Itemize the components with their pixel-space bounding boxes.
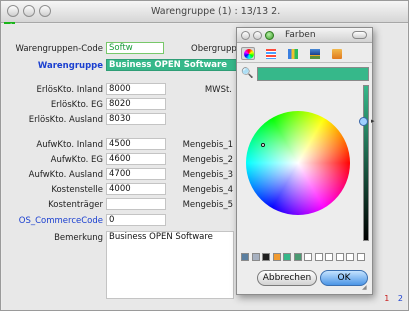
kostentraeger-field[interactable] bbox=[106, 198, 166, 210]
warengruppe-label: Warengruppe bbox=[37, 61, 103, 71]
erloes-ausland-label: ErlösKto. Ausland bbox=[28, 115, 103, 125]
os-commercecode-field[interactable]: 0 bbox=[106, 214, 166, 226]
color-panel-title: Farben bbox=[285, 30, 316, 40]
sliders-icon[interactable] bbox=[263, 47, 277, 60]
aufw-inland-label: AufwKto. Inland bbox=[36, 140, 103, 150]
panel-close-button[interactable] bbox=[241, 31, 250, 40]
current-color-swatch[interactable] bbox=[257, 67, 369, 81]
color-swatch[interactable] bbox=[356, 253, 365, 261]
warengruppe-field[interactable]: Business OPEN Software bbox=[106, 59, 238, 71]
warengruppen-code-field[interactable]: Softw bbox=[106, 42, 164, 54]
aufw-inland-field[interactable]: 4500 bbox=[106, 138, 166, 150]
mwst-label: MWSt. bbox=[204, 85, 232, 95]
color-wheel[interactable] bbox=[246, 111, 350, 215]
mengebis-4-label: Mengebis_4 bbox=[182, 185, 233, 195]
color-swatch[interactable] bbox=[272, 253, 281, 261]
bemerkung-label: Bemerkung bbox=[54, 233, 103, 243]
cancel-button[interactable]: Abbrechen bbox=[257, 270, 317, 286]
aufw-eg-field[interactable]: 4600 bbox=[106, 153, 166, 165]
aufw-ausland-field[interactable]: 4700 bbox=[106, 168, 166, 180]
bemerkung-field[interactable]: Business OPEN Software bbox=[106, 231, 234, 299]
palettes-icon[interactable] bbox=[285, 47, 299, 60]
color-wheel-icon[interactable] bbox=[241, 47, 255, 60]
aufw-ausland-label: AufwKto. Ausland bbox=[28, 170, 103, 180]
brightness-slider-knob[interactable] bbox=[359, 117, 368, 126]
resize-grip-icon[interactable]: ◢ bbox=[362, 284, 370, 292]
kostenstelle-label: Kostenstelle bbox=[51, 185, 103, 195]
color-mode-toolbar bbox=[237, 44, 372, 63]
aufw-eg-label: AufwKto. EG bbox=[50, 155, 103, 165]
color-swatch[interactable] bbox=[335, 253, 344, 261]
panel-minimize-button[interactable] bbox=[253, 31, 262, 40]
color-swatch[interactable] bbox=[283, 253, 291, 261]
color-panel-titlebar[interactable]: Farben bbox=[237, 28, 372, 43]
toolbar-toggle-button[interactable] bbox=[352, 31, 367, 39]
image-palettes-icon[interactable] bbox=[307, 47, 321, 60]
erloes-ausland-field[interactable]: 8030 bbox=[106, 113, 166, 125]
color-swatch[interactable] bbox=[304, 253, 312, 261]
pager-page-1[interactable]: 1 bbox=[384, 294, 389, 303]
crayons-icon[interactable] bbox=[329, 47, 343, 60]
color-picker-panel: Farben 🔍 ▸ Abbrechen OK ◢ bbox=[236, 27, 375, 295]
color-wheel-cursor[interactable] bbox=[261, 143, 265, 147]
kostenstelle-field[interactable]: 4000 bbox=[106, 183, 166, 195]
warengruppen-code-label: Warengruppen-Code bbox=[15, 44, 103, 54]
color-swatch-row bbox=[241, 253, 369, 262]
color-swatch[interactable] bbox=[293, 253, 302, 261]
brightness-slider[interactable] bbox=[363, 85, 369, 241]
magnifier-icon[interactable]: 🔍 bbox=[241, 68, 253, 79]
erloes-inland-label: ErlösKto. Inland bbox=[36, 85, 103, 95]
window-titlebar[interactable]: Warengruppe (1) : 13/13 2. bbox=[1, 1, 408, 23]
minimize-window-button[interactable] bbox=[23, 5, 35, 17]
os-commercecode-label: OS_CommerceCode bbox=[18, 216, 103, 226]
close-window-button[interactable] bbox=[7, 5, 19, 17]
record-pager: 1 2 bbox=[384, 294, 403, 303]
slider-marker-icon: ▸ bbox=[371, 117, 375, 125]
mengebis-3-label: Mengebis_3 bbox=[182, 170, 233, 180]
erloes-eg-label: ErlösKto. EG bbox=[50, 100, 103, 110]
kostentraeger-label: Kostenträger bbox=[48, 200, 103, 210]
color-swatch[interactable] bbox=[314, 253, 323, 261]
mengebis-5-label: Mengebis_5 bbox=[182, 200, 233, 210]
mengebis-2-label: Mengebis_2 bbox=[182, 155, 233, 165]
window-title: Warengruppe (1) : 13/13 2. bbox=[151, 6, 281, 17]
panel-zoom-button[interactable] bbox=[265, 31, 274, 40]
ok-button[interactable]: OK bbox=[320, 270, 368, 286]
color-swatch[interactable] bbox=[251, 253, 260, 261]
pager-page-2[interactable]: 2 bbox=[398, 294, 403, 303]
color-swatch[interactable] bbox=[325, 253, 333, 261]
color-swatch[interactable] bbox=[346, 253, 354, 261]
erloes-eg-field[interactable]: 8020 bbox=[106, 98, 166, 110]
zoom-window-button[interactable] bbox=[39, 5, 51, 17]
color-swatch[interactable] bbox=[262, 253, 270, 261]
erloes-inland-field[interactable]: 8000 bbox=[106, 83, 166, 95]
obergruppe-label: Obergruppe bbox=[191, 44, 242, 54]
mengebis-1-label: Mengebis_1 bbox=[182, 140, 233, 150]
color-swatch[interactable] bbox=[241, 253, 249, 261]
